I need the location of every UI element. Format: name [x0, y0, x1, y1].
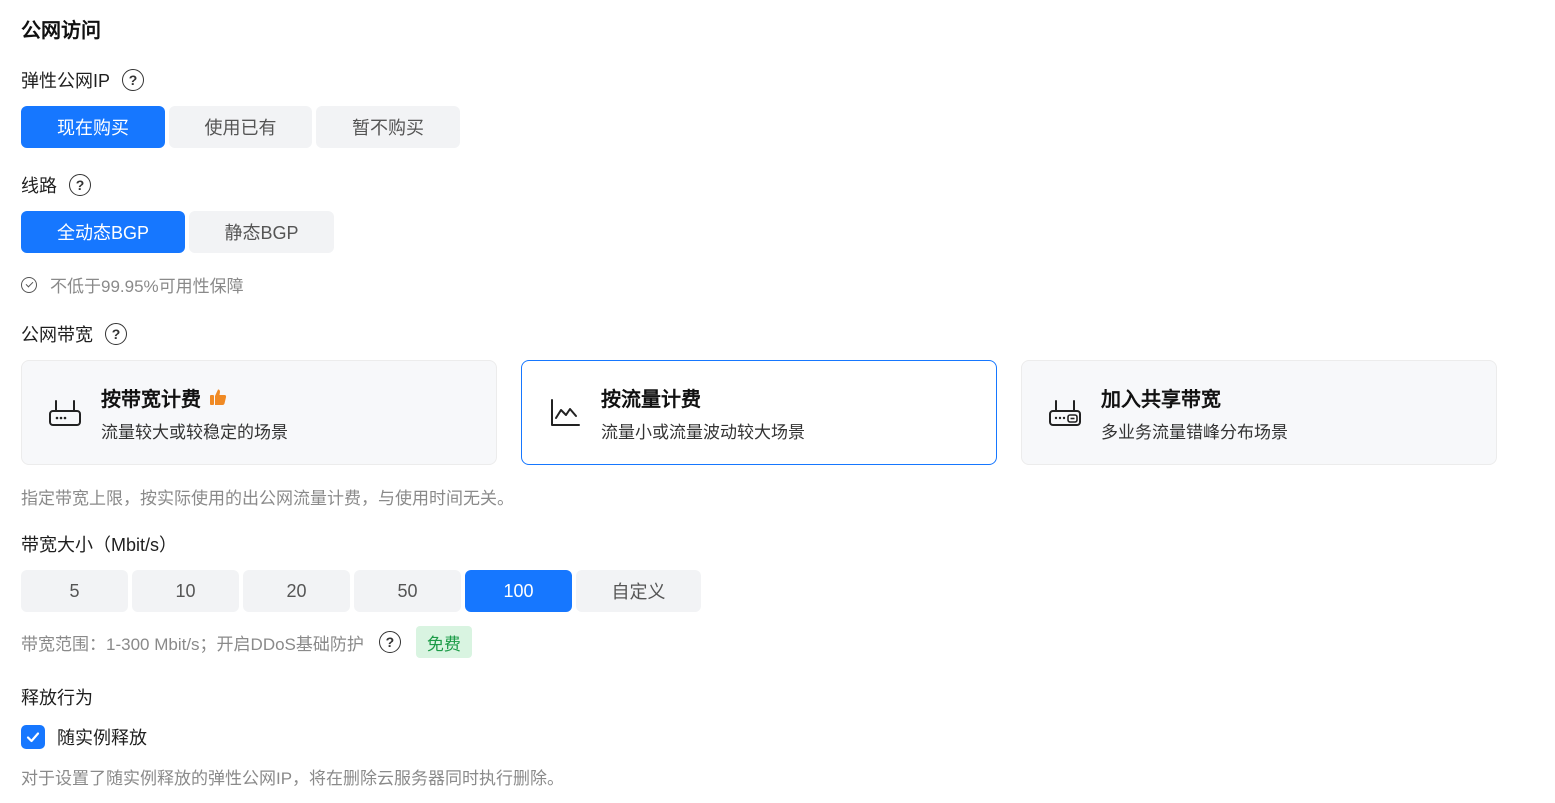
eip-option-buy-now[interactable]: 现在购买	[21, 106, 165, 148]
eip-option-skip[interactable]: 暂不购买	[316, 106, 460, 148]
help-icon[interactable]: ?	[122, 69, 145, 91]
bandwidth-billing-label: 公网带宽 ?	[21, 321, 127, 347]
eip-options: 现在购买 使用已有 暂不购买	[21, 106, 460, 148]
eip-option-use-existing[interactable]: 使用已有	[169, 106, 312, 148]
line-label-text: 线路	[21, 176, 57, 196]
bandwidth-option-20[interactable]: 20	[243, 570, 350, 612]
bandwidth-option-50[interactable]: 50	[354, 570, 461, 612]
billing-card-desc: 流量较大或较稳定的场景	[101, 422, 288, 442]
bandwidth-range-text: 带宽范围：1-300 Mbit/s；开启DDoS基础防护	[21, 634, 364, 654]
release-label: 释放行为	[21, 688, 93, 708]
checkbox-checked-icon[interactable]	[21, 725, 45, 749]
shared-router-icon	[1048, 396, 1082, 430]
availability-note: 不低于99.95%可用性保障	[21, 272, 244, 297]
billing-card-title: 按带宽计费	[101, 388, 201, 411]
help-icon[interactable]: ?	[378, 631, 401, 653]
billing-card-title: 加入共享带宽	[1101, 388, 1221, 411]
line-option-dynamic-bgp[interactable]: 全动态BGP	[21, 211, 185, 253]
line-chart-icon	[548, 396, 582, 430]
free-badge: 免费	[415, 626, 472, 658]
router-icon	[48, 396, 82, 430]
line-label: 线路 ?	[21, 172, 91, 198]
bandwidth-option-10[interactable]: 10	[132, 570, 239, 612]
eip-label-text: 弹性公网IP	[21, 71, 111, 91]
billing-card-traffic[interactable]: 按流量计费 流量小或流量波动较大场景	[521, 360, 997, 465]
release-with-instance-checkbox[interactable]: 随实例释放	[21, 724, 147, 750]
bandwidth-size-label: 带宽大小（Mbit/s）	[21, 535, 178, 555]
billing-cards: 按带宽计费 流量较大或较稳定的场景 按流量计费 流量小或流量波动较大场景 加入共…	[21, 360, 1497, 465]
bandwidth-billing-label-text: 公网带宽	[21, 325, 93, 345]
billing-card-shared[interactable]: 加入共享带宽 多业务流量错峰分布场景	[1021, 360, 1497, 465]
bandwidth-option-custom[interactable]: 自定义	[576, 570, 701, 612]
release-checkbox-label: 随实例释放	[57, 728, 147, 748]
help-icon[interactable]: ?	[69, 174, 91, 196]
section-title: 公网访问	[21, 20, 101, 42]
check-circle-icon	[21, 276, 37, 293]
line-option-static-bgp[interactable]: 静态BGP	[189, 211, 334, 253]
bandwidth-option-100[interactable]: 100	[465, 570, 572, 612]
billing-card-desc: 流量小或流量波动较大场景	[601, 422, 805, 442]
help-icon[interactable]: ?	[105, 323, 127, 345]
line-options: 全动态BGP 静态BGP	[21, 211, 334, 253]
release-note: 对于设置了随实例释放的弹性公网IP，将在删除云服务器同时执行删除。	[21, 769, 565, 788]
eip-label: 弹性公网IP ?	[21, 67, 145, 93]
bandwidth-option-5[interactable]: 5	[21, 570, 128, 612]
billing-card-desc: 多业务流量错峰分布场景	[1101, 422, 1288, 442]
billing-card-title: 按流量计费	[601, 388, 701, 411]
billing-description: 指定带宽上限，按实际使用的出公网流量计费，与使用时间无关。	[21, 489, 514, 508]
availability-note-text: 不低于99.95%可用性保障	[50, 277, 244, 296]
billing-card-bandwidth[interactable]: 按带宽计费 流量较大或较稳定的场景	[21, 360, 497, 465]
bandwidth-range-note: 带宽范围：1-300 Mbit/s；开启DDoS基础防护 ? 免费	[21, 626, 472, 658]
bandwidth-size-options: 5 10 20 50 100 自定义	[21, 570, 701, 612]
thumbs-up-icon	[209, 388, 227, 406]
